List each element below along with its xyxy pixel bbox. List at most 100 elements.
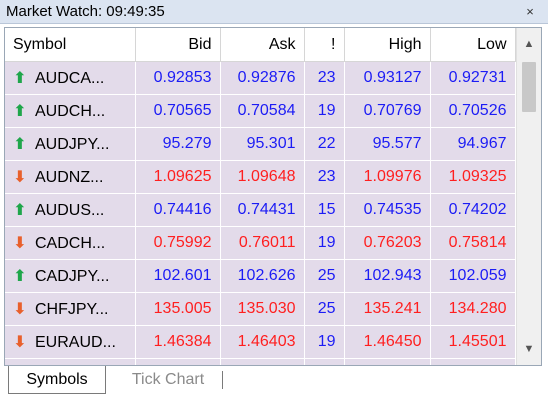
symbol-cell[interactable]: ⬆ AUDCA... (5, 61, 136, 95)
symbol-name: AUDNZ... (35, 169, 104, 186)
arrow-up-icon: ⬆ (13, 268, 27, 285)
table-row[interactable]: ⬆ AUDJPY... 95.279 95.301 22 95.577 94.967 (5, 127, 516, 161)
arrow-up-icon: ⬆ (13, 202, 27, 219)
low-cell: 134.280 (430, 292, 516, 326)
spread-cell: 23 (304, 61, 345, 95)
table-row[interactable]: ⬆ CADJPY... 102.601 102.626 25 102.943 102.059 (5, 259, 516, 293)
symbol-name: AUDJPY... (35, 136, 110, 153)
table-row[interactable]: ⬇ AUDNZ... 1.09625 1.09648 23 1.09976 1.09325 (5, 160, 516, 194)
symbol-cell[interactable]: ⬇ AUDNZ... (5, 160, 136, 194)
symbol-name: CHFJPY... (35, 301, 109, 318)
scrollbar-thumb[interactable] (522, 62, 536, 112)
ask-cell: 0.70584 (220, 94, 305, 128)
ask-cell: 1.35951 (220, 358, 305, 365)
symbol-cell[interactable]: ⬆ AUDJPY... (5, 127, 136, 161)
low-cell: 1.45501 (430, 325, 516, 359)
title-bar: Market Watch: 09:49:35 × (0, 0, 548, 24)
window-title: Market Watch: 09:49:35 (6, 3, 165, 20)
bid-cell: 1.35931 (135, 358, 221, 365)
table-row[interactable]: ⬆EURCAD...1.359311.35951201.359981.35188 (5, 358, 516, 365)
bid-cell: 1.09625 (135, 160, 221, 194)
column-header-spread[interactable]: ! (304, 28, 345, 62)
high-cell: 1.46450 (344, 325, 431, 359)
symbol-name: AUDCH... (35, 103, 106, 120)
close-icon[interactable]: × (522, 4, 538, 20)
ask-cell: 1.09648 (220, 160, 305, 194)
high-cell: 135.241 (344, 292, 431, 326)
low-cell: 0.74202 (430, 193, 516, 227)
bid-cell: 102.601 (135, 259, 221, 293)
bottom-tabs: Symbols Tick Chart (0, 366, 548, 400)
column-header-ask[interactable]: Ask (220, 28, 305, 62)
column-header-symbol[interactable]: Symbol (5, 28, 136, 62)
symbol-cell[interactable]: ⬆ AUDCH... (5, 94, 136, 128)
low-cell: 1.35188 (430, 358, 516, 365)
high-cell: 0.70769 (344, 94, 431, 128)
table-row[interactable]: ⬇ CADCH... 0.75992 0.76011 19 0.76203 0.75814 (5, 226, 516, 260)
bid-cell: 95.279 (135, 127, 221, 161)
arrow-up-icon: ⬆ (13, 103, 27, 120)
high-cell: 102.943 (344, 259, 431, 293)
bid-cell: 0.74416 (135, 193, 221, 227)
ask-cell: 95.301 (220, 127, 305, 161)
table-row[interactable]: ⬆ AUDUS... 0.74416 0.74431 15 0.74535 0.74202 (5, 193, 516, 227)
symbol-cell[interactable]: ⬇ CADCH... (5, 226, 136, 260)
arrow-down-icon: ⬇ (13, 169, 27, 186)
chevron-down-icon[interactable]: ▼ (517, 339, 541, 359)
high-cell: 0.93127 (344, 61, 431, 95)
arrow-up-icon: ⬆ (13, 136, 27, 153)
column-header-high[interactable]: High (344, 28, 431, 62)
chevron-up-icon[interactable]: ▲ (517, 34, 541, 54)
low-cell: 0.92731 (430, 61, 516, 95)
tab-symbols[interactable]: Symbols (8, 366, 106, 394)
table-row[interactable]: ⬇ CHFJPY... 135.005 135.030 25 135.241 134.280 (5, 292, 516, 326)
table-header: Symbol Bid Ask ! High Low (5, 28, 516, 62)
arrow-down-icon: ⬇ (13, 301, 27, 318)
ask-cell: 1.46403 (220, 325, 305, 359)
low-cell: 94.967 (430, 127, 516, 161)
spread-cell: 25 (304, 259, 345, 293)
spread-cell: 20 (304, 358, 345, 365)
column-header-low[interactable]: Low (430, 28, 516, 62)
symbol-name: AUDUS... (35, 202, 105, 219)
spread-cell: 19 (304, 325, 345, 359)
table-row[interactable]: ⬆ AUDCA... 0.92853 0.92876 23 0.93127 0.92731 (5, 61, 516, 95)
ask-cell: 0.76011 (220, 226, 305, 260)
symbol-cell[interactable]: ⬇ CHFJPY... (5, 292, 136, 326)
symbol-cell[interactable]: ⬆ CADJPY... (5, 259, 136, 293)
bid-cell: 0.92853 (135, 61, 221, 95)
spread-cell: 22 (304, 127, 345, 161)
arrow-down-icon: ⬇ (13, 235, 27, 252)
spread-cell: 15 (304, 193, 345, 227)
symbol-name: EURAUD... (35, 334, 116, 351)
market-watch-panel: Symbol Bid Ask ! High Low ⬆ AUDCA... 0.928… (4, 27, 542, 366)
symbol-cell[interactable]: ⬆EURCAD... (5, 358, 136, 365)
tab-tick-chart[interactable]: Tick Chart (118, 366, 218, 394)
arrow-down-icon: ⬇ (13, 334, 27, 351)
ask-cell: 0.92876 (220, 61, 305, 95)
vertical-scrollbar[interactable]: ▲ ▼ (516, 28, 541, 365)
bid-cell: 0.70565 (135, 94, 221, 128)
column-header-bid[interactable]: Bid (135, 28, 221, 62)
spread-cell: 19 (304, 94, 345, 128)
ask-cell: 135.030 (220, 292, 305, 326)
high-cell: 0.76203 (344, 226, 431, 260)
ask-cell: 0.74431 (220, 193, 305, 227)
table-row[interactable]: ⬇ EURAUD... 1.46384 1.46403 19 1.46450 1.45501 (5, 325, 516, 359)
quotes-table: Symbol Bid Ask ! High Low ⬆ AUDCA... 0.928… (5, 28, 516, 365)
symbol-name: CADJPY... (35, 268, 110, 285)
symbol-cell[interactable]: ⬆ AUDUS... (5, 193, 136, 227)
high-cell: 0.74535 (344, 193, 431, 227)
spread-cell: 19 (304, 226, 345, 260)
symbol-cell[interactable]: ⬇ EURAUD... (5, 325, 136, 359)
bid-cell: 135.005 (135, 292, 221, 326)
low-cell: 0.70526 (430, 94, 516, 128)
low-cell: 0.75814 (430, 226, 516, 260)
low-cell: 1.09325 (430, 160, 516, 194)
low-cell: 102.059 (430, 259, 516, 293)
spread-cell: 25 (304, 292, 345, 326)
bid-cell: 1.46384 (135, 325, 221, 359)
table-row[interactable]: ⬆ AUDCH... 0.70565 0.70584 19 0.70769 0.70526 (5, 94, 516, 128)
tab-divider (222, 371, 223, 389)
high-cell: 95.577 (344, 127, 431, 161)
